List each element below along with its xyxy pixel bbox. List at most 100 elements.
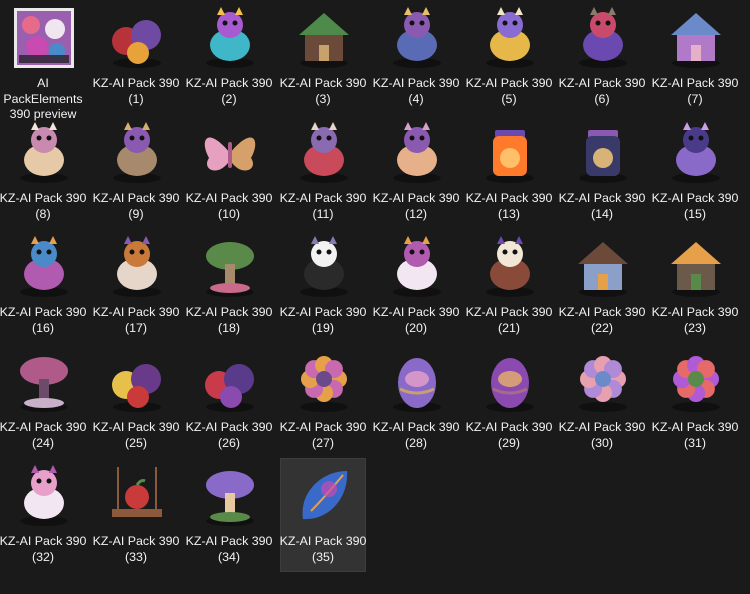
file-name-label: KZ-AI Pack 390 (11) [279,191,367,221]
file-thumbnail [384,120,450,186]
file-item[interactable]: KZ-AI Pack 390 (18) [186,229,272,343]
file-item[interactable]: KZ-AI Pack 390 (20) [373,229,459,343]
file-item[interactable]: KZ-AI Pack 390 (12) [373,115,459,229]
file-thumbnail [104,234,170,300]
chickadee-icon [300,236,348,297]
file-item[interactable]: AI PackElements 390 preview [0,0,86,121]
file-name-label: KZ-AI Pack 390 (30) [558,420,646,450]
file-item[interactable]: KZ-AI Pack 390 (32) [0,458,86,572]
birds-on-fruit-basket-icon [112,20,161,68]
file-item[interactable]: KZ-AI Pack 390 (3) [280,0,366,114]
file-item[interactable]: KZ-AI Pack 390 (21) [466,229,552,343]
file-name-label: KZ-AI Pack 390 (28) [372,420,460,450]
file-item[interactable]: KZ-AI Pack 390 (2) [186,0,272,114]
file-item[interactable]: KZ-AI Pack 390 (25) [93,344,179,458]
bird-on-stump-icon [579,7,627,68]
file-thumbnail [570,349,636,415]
file-item[interactable]: KZ-AI Pack 390 (14) [559,115,645,229]
fairy-girl-icon [393,122,441,183]
file-name-label: KZ-AI Pack 390 (3) [279,76,367,106]
file-item[interactable]: KZ-AI Pack 390 (9) [93,115,179,229]
file-name-label: KZ-AI Pack 390 (24) [0,420,87,450]
file-item[interactable]: KZ-AI Pack 390 (34) [186,458,272,572]
stone-house-icon [671,242,721,297]
file-item[interactable]: KZ-AI Pack 390 (13) [466,115,552,229]
berries-icon [205,364,254,412]
file-name-label: KZ-AI Pack 390 (4) [372,76,460,106]
file-item[interactable]: KZ-AI Pack 390 (5) [466,0,552,114]
file-thumbnail [291,234,357,300]
file-thumbnail [11,120,77,186]
file-item[interactable]: KZ-AI Pack 390 (8) [0,115,86,229]
unicorn-icon [393,236,441,297]
file-item[interactable]: KZ-AI Pack 390 (26) [186,344,272,458]
file-item[interactable]: KZ-AI Pack 390 (27) [280,344,366,458]
file-thumbnail [477,234,543,300]
file-name-label: KZ-AI Pack 390 (35) [279,534,367,564]
file-name-label: KZ-AI Pack 390 (32) [0,534,87,564]
file-item[interactable]: KZ-AI Pack 390 (31) [652,344,738,458]
file-item[interactable]: KZ-AI Pack 390 (7) [652,0,738,114]
file-item[interactable]: KZ-AI Pack 390 (11) [280,115,366,229]
file-item[interactable]: KZ-AI Pack 390 (19) [280,229,366,343]
file-item[interactable]: KZ-AI Pack 390 (28) [373,344,459,458]
file-item[interactable]: KZ-AI Pack 390 (17) [93,229,179,343]
collage-preview-icon [14,8,74,68]
file-name-label: KZ-AI Pack 390 (5) [465,76,553,106]
file-item[interactable]: KZ-AI Pack 390 (4) [373,0,459,114]
file-item[interactable]: KZ-AI Pack 390 (30) [559,344,645,458]
file-item[interactable]: KZ-AI Pack 390 (6) [559,0,645,114]
cow-icon [393,7,441,68]
file-name-label: KZ-AI Pack 390 (10) [185,191,273,221]
file-name-label: KZ-AI Pack 390 (13) [465,191,553,221]
file-item[interactable]: KZ-AI Pack 390 (29) [466,344,552,458]
file-item[interactable]: KZ-AI Pack 390 (23) [652,229,738,343]
unicorn-head-icon [20,465,68,526]
file-item[interactable]: KZ-AI Pack 390 (22) [559,229,645,343]
lizard-icon [672,122,720,183]
treehouse-icon [299,13,349,68]
file-thumbnail [11,234,77,300]
file-thumbnail [477,349,543,415]
file-name-label: KZ-AI Pack 390 (14) [558,191,646,221]
file-name-label: KZ-AI Pack 390 (26) [185,420,273,450]
file-name-label: KZ-AI Pack 390 (1) [92,76,180,106]
gnome-icon [300,122,348,183]
cottage-icon [578,242,628,297]
lantern-icon [579,130,627,183]
file-name-label: KZ-AI Pack 390 (25) [92,420,180,450]
file-thumbnail [197,5,263,71]
file-name-label: KZ-AI Pack 390 (27) [279,420,367,450]
file-item[interactable]: KZ-AI Pack 390 (35) [280,458,366,572]
fruit-pile-icon [112,364,161,412]
file-thumbnail [477,120,543,186]
file-thumbnail [384,349,450,415]
file-name-label: KZ-AI Pack 390 (9) [92,191,180,221]
file-name-label: KZ-AI Pack 390 (2) [185,76,273,106]
file-thumbnail [291,463,357,529]
file-thumbnail [663,349,729,415]
spaniel-dog-icon [486,236,534,297]
fairy-bunny-icon [113,122,161,183]
file-item[interactable]: KZ-AI Pack 390 (10) [186,115,272,229]
file-item[interactable]: KZ-AI Pack 390 (1) [93,0,179,114]
file-name-label: KZ-AI Pack 390 (21) [465,305,553,335]
file-name-label: KZ-AI Pack 390 (18) [185,305,273,335]
file-item[interactable]: KZ-AI Pack 390 (33) [93,458,179,572]
stone-wall-icon [671,13,721,68]
file-item[interactable]: KZ-AI Pack 390 (15) [652,115,738,229]
file-thumbnail [11,463,77,529]
file-item[interactable]: KZ-AI Pack 390 (24) [0,344,86,458]
file-thumbnail [663,120,729,186]
file-item[interactable]: KZ-AI Pack 390 (16) [0,229,86,343]
file-thumbnail [197,463,263,529]
fox-icon [113,236,161,297]
file-name-label: KZ-AI Pack 390 (15) [651,191,739,221]
flower-icon [300,356,348,412]
file-thumbnail [197,234,263,300]
file-name-label: KZ-AI Pack 390 (22) [558,305,646,335]
file-name-label: KZ-AI Pack 390 (29) [465,420,553,450]
file-thumbnail [104,5,170,71]
tulips-icon [672,356,720,412]
file-thumbnail [570,5,636,71]
